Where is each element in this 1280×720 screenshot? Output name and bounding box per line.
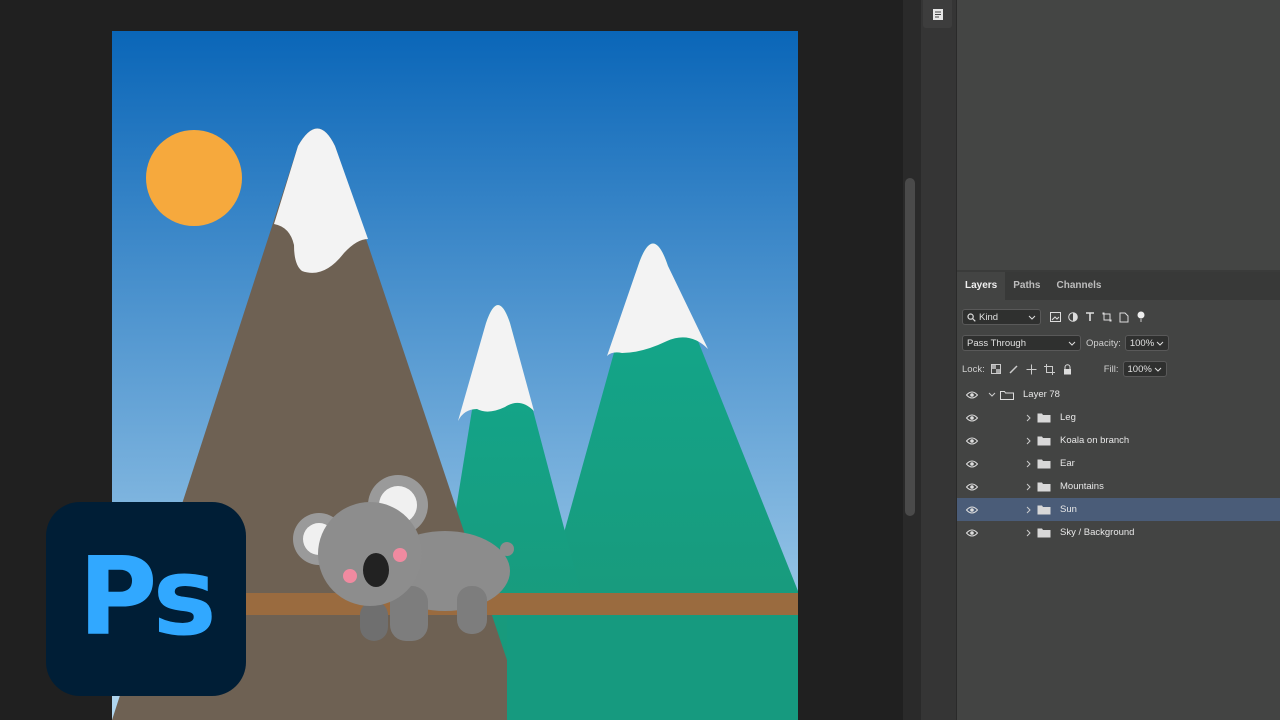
layers-panel: Layers Paths Channels Kind Pass Through …	[957, 272, 1280, 720]
smart-object-filter-icon[interactable]	[1115, 309, 1132, 325]
lock-position-icon[interactable]	[1023, 361, 1041, 377]
chevron-right-icon[interactable]	[1024, 521, 1034, 544]
type-filter-icon[interactable]	[1081, 309, 1098, 325]
visibility-eye-icon[interactable]	[965, 475, 979, 498]
layer-name: Layer 78	[1023, 389, 1060, 400]
visibility-eye-icon[interactable]	[965, 383, 979, 406]
filter-kind-dropdown[interactable]: Kind	[962, 309, 1041, 325]
visibility-eye-icon[interactable]	[965, 406, 979, 429]
lock-label: Lock:	[962, 363, 985, 375]
layer-row-ear[interactable]: Ear	[957, 452, 1280, 475]
layer-name: Mountains	[1060, 481, 1104, 492]
layer-name: Leg	[1060, 412, 1076, 423]
teal-ground	[507, 616, 798, 720]
layers-panel-tabs: Layers Paths Channels	[957, 272, 1280, 300]
chevron-down-icon	[1156, 341, 1164, 346]
folder-icon	[1037, 521, 1051, 544]
shape-filter-icon[interactable]	[1098, 309, 1115, 325]
layer-name: Koala on branch	[1060, 435, 1130, 446]
lock-image-pixels-icon[interactable]	[1005, 361, 1023, 377]
lock-artboard-icon[interactable]	[1041, 361, 1059, 377]
folder-icon	[1037, 406, 1051, 429]
photoshop-logo: Ps	[46, 502, 246, 696]
opacity-label: Opacity:	[1086, 337, 1121, 349]
lock-transparency-icon[interactable]	[987, 361, 1005, 377]
layer-row-mountains[interactable]: Mountains	[957, 475, 1280, 498]
tab-layers[interactable]: Layers	[957, 272, 1006, 300]
folder-icon	[1037, 498, 1051, 521]
chevron-down-icon	[1068, 341, 1076, 346]
visibility-eye-icon[interactable]	[965, 521, 979, 544]
folder-icon	[1000, 383, 1014, 406]
tab-paths[interactable]: Paths	[1005, 272, 1048, 300]
filter-toggle-icon[interactable]	[1132, 309, 1149, 325]
visibility-eye-icon[interactable]	[965, 498, 979, 521]
layer-filter-row: Kind	[957, 308, 1280, 326]
chevron-right-icon[interactable]	[1024, 406, 1034, 429]
tab-channels[interactable]: Channels	[1048, 272, 1109, 300]
layer-row-sky-background[interactable]: Sky / Background	[957, 521, 1280, 544]
folder-icon	[1037, 452, 1051, 475]
blend-opacity-row: Pass Through Opacity: 100%	[957, 334, 1280, 352]
layer-name: Sky / Background	[1060, 527, 1135, 538]
layer-name: Sun	[1060, 504, 1077, 515]
layer-group-row[interactable]: Layer 78	[957, 383, 1280, 406]
properties-panel-area	[957, 0, 1280, 270]
folder-icon	[1037, 475, 1051, 498]
sun	[146, 130, 242, 226]
chevron-right-icon[interactable]	[1024, 475, 1034, 498]
logo-text: Ps	[78, 534, 217, 660]
visibility-eye-icon[interactable]	[965, 452, 979, 475]
fill-field[interactable]: 100%	[1122, 361, 1167, 377]
lock-fill-row: Lock: Fill: 100%	[957, 360, 1280, 378]
chevron-down-icon[interactable]	[987, 383, 997, 406]
layer-row-sun[interactable]: Sun	[957, 498, 1280, 521]
notes-icon[interactable]	[923, 0, 952, 28]
lock-all-icon[interactable]	[1059, 361, 1077, 377]
layer-name: Ear	[1060, 458, 1075, 469]
chevron-right-icon[interactable]	[1024, 498, 1034, 521]
scrollbar-thumb[interactable]	[905, 178, 915, 516]
chevron-right-icon[interactable]	[1024, 452, 1034, 475]
visibility-eye-icon[interactable]	[965, 429, 979, 452]
fill-label: Fill:	[1103, 363, 1119, 375]
layer-row-koala-on-branch[interactable]: Koala on branch	[957, 429, 1280, 452]
folder-icon	[1037, 429, 1051, 452]
chevron-down-icon	[1154, 367, 1161, 372]
panel-icon-strip	[920, 0, 957, 720]
branch	[243, 593, 798, 615]
search-icon	[967, 312, 976, 322]
adjustment-filter-icon[interactable]	[1064, 309, 1081, 325]
layer-row-leg[interactable]: Leg	[957, 406, 1280, 429]
blend-mode-dropdown[interactable]: Pass Through	[962, 335, 1081, 351]
pixel-layer-filter-icon[interactable]	[1047, 309, 1064, 325]
chevron-down-icon	[1028, 315, 1036, 320]
chevron-right-icon[interactable]	[1024, 429, 1034, 452]
opacity-field[interactable]: 100%	[1124, 335, 1169, 351]
